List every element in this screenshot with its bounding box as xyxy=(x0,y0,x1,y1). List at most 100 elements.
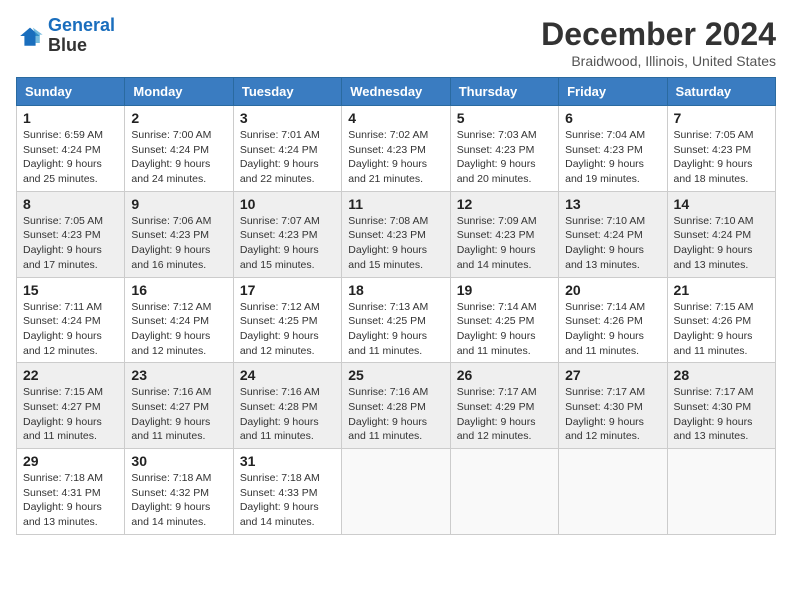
calendar-week-row: 1 Sunrise: 6:59 AM Sunset: 4:24 PM Dayli… xyxy=(17,106,776,192)
daylight-label: Daylight: 9 hours and 16 minutes. xyxy=(131,244,210,271)
sunrise-label: Sunrise: 7:00 AM xyxy=(131,129,211,141)
daylight-label: Daylight: 9 hours and 14 minutes. xyxy=(240,501,319,528)
daylight-label: Daylight: 9 hours and 14 minutes. xyxy=(457,244,536,271)
sunset-label: Sunset: 4:23 PM xyxy=(565,144,643,156)
calendar-week-row: 22 Sunrise: 7:15 AM Sunset: 4:27 PM Dayl… xyxy=(17,363,776,449)
day-info: Sunrise: 7:12 AM Sunset: 4:25 PM Dayligh… xyxy=(240,300,335,359)
calendar-cell: 25 Sunrise: 7:16 AM Sunset: 4:28 PM Dayl… xyxy=(342,363,450,449)
calendar-cell: 28 Sunrise: 7:17 AM Sunset: 4:30 PM Dayl… xyxy=(667,363,775,449)
day-number: 31 xyxy=(240,453,335,469)
calendar-cell: 21 Sunrise: 7:15 AM Sunset: 4:26 PM Dayl… xyxy=(667,277,775,363)
sunset-label: Sunset: 4:27 PM xyxy=(131,401,209,413)
day-info: Sunrise: 7:05 AM Sunset: 4:23 PM Dayligh… xyxy=(674,128,769,187)
calendar-cell: 30 Sunrise: 7:18 AM Sunset: 4:32 PM Dayl… xyxy=(125,449,233,535)
sunrise-label: Sunrise: 7:05 AM xyxy=(674,129,754,141)
calendar-cell: 23 Sunrise: 7:16 AM Sunset: 4:27 PM Dayl… xyxy=(125,363,233,449)
daylight-label: Daylight: 9 hours and 13 minutes. xyxy=(674,244,753,271)
daylight-label: Daylight: 9 hours and 11 minutes. xyxy=(565,330,644,357)
daylight-label: Daylight: 9 hours and 13 minutes. xyxy=(674,416,753,443)
sunrise-label: Sunrise: 7:11 AM xyxy=(23,301,102,313)
calendar-cell: 17 Sunrise: 7:12 AM Sunset: 4:25 PM Dayl… xyxy=(233,277,341,363)
sunset-label: Sunset: 4:30 PM xyxy=(565,401,643,413)
sunrise-label: Sunrise: 7:16 AM xyxy=(348,386,428,398)
daylight-label: Daylight: 9 hours and 11 minutes. xyxy=(131,416,210,443)
sunrise-label: Sunrise: 7:01 AM xyxy=(240,129,320,141)
calendar-cell: 8 Sunrise: 7:05 AM Sunset: 4:23 PM Dayli… xyxy=(17,191,125,277)
daylight-label: Daylight: 9 hours and 12 minutes. xyxy=(240,330,319,357)
day-info: Sunrise: 7:13 AM Sunset: 4:25 PM Dayligh… xyxy=(348,300,443,359)
sunset-label: Sunset: 4:25 PM xyxy=(348,315,426,327)
calendar-cell: 15 Sunrise: 7:11 AM Sunset: 4:24 PM Dayl… xyxy=(17,277,125,363)
page-container: General Blue December 2024 Braidwood, Il… xyxy=(16,16,776,535)
daylight-label: Daylight: 9 hours and 11 minutes. xyxy=(348,416,427,443)
sunrise-label: Sunrise: 7:14 AM xyxy=(457,301,537,313)
day-info: Sunrise: 7:04 AM Sunset: 4:23 PM Dayligh… xyxy=(565,128,660,187)
day-info: Sunrise: 7:17 AM Sunset: 4:30 PM Dayligh… xyxy=(674,385,769,444)
day-number: 18 xyxy=(348,282,443,298)
sunrise-label: Sunrise: 7:16 AM xyxy=(131,386,211,398)
day-number: 20 xyxy=(565,282,660,298)
day-number: 10 xyxy=(240,196,335,212)
sunrise-label: Sunrise: 7:17 AM xyxy=(565,386,645,398)
day-number: 9 xyxy=(131,196,226,212)
day-info: Sunrise: 7:07 AM Sunset: 4:23 PM Dayligh… xyxy=(240,214,335,273)
daylight-label: Daylight: 9 hours and 11 minutes. xyxy=(457,330,536,357)
sunset-label: Sunset: 4:26 PM xyxy=(565,315,643,327)
calendar-week-row: 8 Sunrise: 7:05 AM Sunset: 4:23 PM Dayli… xyxy=(17,191,776,277)
sunrise-label: Sunrise: 7:09 AM xyxy=(457,215,537,227)
day-number: 12 xyxy=(457,196,552,212)
sunset-label: Sunset: 4:33 PM xyxy=(240,487,318,499)
logo-line1: General xyxy=(48,15,115,35)
day-number: 29 xyxy=(23,453,118,469)
day-info: Sunrise: 6:59 AM Sunset: 4:24 PM Dayligh… xyxy=(23,128,118,187)
day-number: 27 xyxy=(565,367,660,383)
day-number: 2 xyxy=(131,110,226,126)
day-number: 17 xyxy=(240,282,335,298)
day-number: 21 xyxy=(674,282,769,298)
calendar-cell: 19 Sunrise: 7:14 AM Sunset: 4:25 PM Dayl… xyxy=(450,277,558,363)
sunset-label: Sunset: 4:28 PM xyxy=(240,401,318,413)
sunset-label: Sunset: 4:23 PM xyxy=(674,144,752,156)
calendar-cell xyxy=(667,449,775,535)
daylight-label: Daylight: 9 hours and 11 minutes. xyxy=(240,416,319,443)
sunrise-label: Sunrise: 7:07 AM xyxy=(240,215,320,227)
calendar-cell: 26 Sunrise: 7:17 AM Sunset: 4:29 PM Dayl… xyxy=(450,363,558,449)
header: General Blue December 2024 Braidwood, Il… xyxy=(16,16,776,69)
day-number: 5 xyxy=(457,110,552,126)
day-info: Sunrise: 7:01 AM Sunset: 4:24 PM Dayligh… xyxy=(240,128,335,187)
sunrise-label: Sunrise: 7:03 AM xyxy=(457,129,537,141)
calendar-cell: 2 Sunrise: 7:00 AM Sunset: 4:24 PM Dayli… xyxy=(125,106,233,192)
daylight-label: Daylight: 9 hours and 13 minutes. xyxy=(23,501,102,528)
calendar-cell: 11 Sunrise: 7:08 AM Sunset: 4:23 PM Dayl… xyxy=(342,191,450,277)
sunrise-label: Sunrise: 7:12 AM xyxy=(240,301,320,313)
calendar-cell: 22 Sunrise: 7:15 AM Sunset: 4:27 PM Dayl… xyxy=(17,363,125,449)
day-number: 4 xyxy=(348,110,443,126)
calendar-cell: 7 Sunrise: 7:05 AM Sunset: 4:23 PM Dayli… xyxy=(667,106,775,192)
sunrise-label: Sunrise: 7:18 AM xyxy=(131,472,211,484)
day-number: 24 xyxy=(240,367,335,383)
sunset-label: Sunset: 4:27 PM xyxy=(23,401,101,413)
day-number: 19 xyxy=(457,282,552,298)
weekday-header: Wednesday xyxy=(342,78,450,106)
calendar: SundayMondayTuesdayWednesdayThursdayFrid… xyxy=(16,77,776,535)
sunset-label: Sunset: 4:23 PM xyxy=(240,229,318,241)
sunset-label: Sunset: 4:23 PM xyxy=(23,229,101,241)
sunset-label: Sunset: 4:24 PM xyxy=(131,315,209,327)
sunset-label: Sunset: 4:32 PM xyxy=(131,487,209,499)
calendar-cell: 9 Sunrise: 7:06 AM Sunset: 4:23 PM Dayli… xyxy=(125,191,233,277)
daylight-label: Daylight: 9 hours and 17 minutes. xyxy=(23,244,102,271)
day-number: 16 xyxy=(131,282,226,298)
sunset-label: Sunset: 4:26 PM xyxy=(674,315,752,327)
day-info: Sunrise: 7:15 AM Sunset: 4:27 PM Dayligh… xyxy=(23,385,118,444)
day-info: Sunrise: 7:02 AM Sunset: 4:23 PM Dayligh… xyxy=(348,128,443,187)
day-number: 13 xyxy=(565,196,660,212)
sunset-label: Sunset: 4:24 PM xyxy=(565,229,643,241)
calendar-cell: 3 Sunrise: 7:01 AM Sunset: 4:24 PM Dayli… xyxy=(233,106,341,192)
calendar-cell xyxy=(342,449,450,535)
sunset-label: Sunset: 4:25 PM xyxy=(240,315,318,327)
sunrise-label: Sunrise: 7:16 AM xyxy=(240,386,320,398)
sunrise-label: Sunrise: 7:17 AM xyxy=(457,386,537,398)
weekday-header-row: SundayMondayTuesdayWednesdayThursdayFrid… xyxy=(17,78,776,106)
daylight-label: Daylight: 9 hours and 12 minutes. xyxy=(565,416,644,443)
calendar-cell: 27 Sunrise: 7:17 AM Sunset: 4:30 PM Dayl… xyxy=(559,363,667,449)
